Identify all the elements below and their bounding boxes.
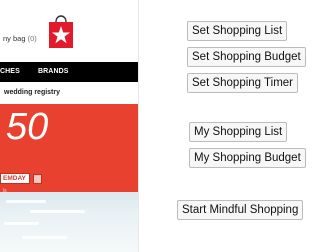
my-bag-label: ny bag [3,34,26,43]
set-shopping-budget-button[interactable]: Set Shopping Budget [187,47,306,67]
start-mindful-shopping-button[interactable]: Start Mindful Shopping [177,200,304,220]
my-shopping-budget-button[interactable]: My Shopping Budget [189,148,306,168]
wedding-registry-link[interactable]: wedding registry [4,89,60,96]
promo-banner[interactable]: 50 EMDAY ls [0,104,138,194]
water-ripple [22,236,67,239]
water-background-image [0,192,138,252]
water-ripple [6,200,46,203]
set-shopping-timer-button[interactable]: Set Shopping Timer [187,73,299,93]
set-shopping-list-button[interactable]: Set Shopping List [187,21,288,41]
water-ripple [30,210,85,213]
my-shopping-list-button[interactable]: My Shopping List [189,122,288,142]
store-webpage: ny bag (0) CHES BRANDS wedding registry … [0,0,138,252]
my-bag-link[interactable]: ny bag (0) [3,34,37,43]
promo-code-arrow-icon [33,174,42,184]
promo-number: 50 [6,106,49,148]
nav-item-brands[interactable]: BRANDS [38,68,69,75]
panel-divider [138,0,139,252]
shopping-bag-icon[interactable] [48,11,74,49]
category-nav-bar: CHES BRANDS [0,62,138,82]
nav-item-watches[interactable]: CHES [0,68,20,75]
bag-count: (0) [27,34,37,43]
promo-code: EMDAY [0,173,30,184]
water-ripple [4,222,39,225]
